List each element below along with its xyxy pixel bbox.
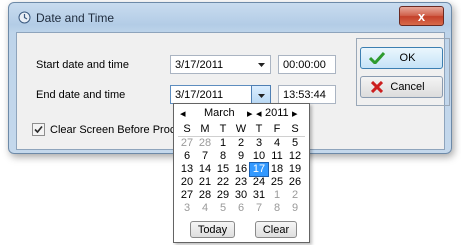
day-grid: 27 28 1 2 3 4 5 6 7 8 9 10 11 12 13 14 15 16 17 18 19 20 21 22 2… xyxy=(178,137,304,215)
calendar-day[interactable]: 9 xyxy=(232,150,250,163)
start-date-value: 3/17/2011 xyxy=(175,59,224,71)
clear-screen-checkbox[interactable] xyxy=(32,123,45,136)
end-label: End date and time xyxy=(36,89,126,101)
calendar-day[interactable]: 27 xyxy=(178,137,196,150)
calendar-day[interactable]: 1 xyxy=(268,189,286,202)
calendar-day[interactable]: 16 xyxy=(232,163,250,176)
calendar-day[interactable]: 6 xyxy=(232,202,250,215)
calendar-day[interactable]: 15 xyxy=(214,163,232,176)
end-time-value: 13:53:44 xyxy=(283,89,326,101)
close-icon: x xyxy=(417,8,426,24)
calendar-day[interactable]: 14 xyxy=(196,163,214,176)
calendar-day[interactable]: 1 xyxy=(214,137,232,150)
weekday-label: S xyxy=(291,123,299,135)
calendar-day[interactable]: 18 xyxy=(268,163,286,176)
calendar-day[interactable]: 8 xyxy=(268,202,286,215)
calendar-day-selected[interactable]: 17 xyxy=(249,162,269,177)
year-label[interactable]: 2011 xyxy=(265,107,289,119)
calendar-day[interactable]: 7 xyxy=(250,202,268,215)
calendar-day[interactable]: 23 xyxy=(232,176,250,189)
calendar-day[interactable]: 25 xyxy=(268,176,286,189)
calendar-day[interactable]: 31 xyxy=(250,189,268,202)
ok-button[interactable]: OK xyxy=(360,47,443,69)
cancel-x-icon xyxy=(367,81,387,93)
calendar-day[interactable]: 19 xyxy=(286,163,304,176)
weekday-label: S xyxy=(183,123,191,135)
prev-year-icon[interactable]: ◂ xyxy=(256,107,262,120)
calendar-day[interactable]: 10 xyxy=(250,150,268,163)
clear-screen-label: Clear Screen Before Proce xyxy=(50,123,182,136)
app-icon xyxy=(18,11,31,24)
calendar-header: ◂ March ▸ ◂ 2011 ▸ xyxy=(174,107,309,121)
calendar-day[interactable]: 4 xyxy=(196,202,214,215)
title-bar[interactable]: Date and Time x xyxy=(9,3,451,29)
checkmark-icon xyxy=(34,125,43,134)
weekday-label: T xyxy=(219,123,227,135)
weekday-header: S M T W T F S xyxy=(178,123,304,135)
calendar-day[interactable]: 13 xyxy=(178,163,196,176)
close-button[interactable]: x xyxy=(399,6,444,26)
ok-label: OK xyxy=(399,52,416,64)
calendar-day[interactable]: 6 xyxy=(178,150,196,163)
calendar-day[interactable]: 9 xyxy=(286,202,304,215)
calendar-day[interactable]: 12 xyxy=(286,150,304,163)
chevron-down-icon[interactable] xyxy=(252,56,270,73)
end-date-combo[interactable]: 3/17/2011 xyxy=(170,85,271,106)
calendar-day[interactable]: 5 xyxy=(286,137,304,150)
calendar-day[interactable]: 8 xyxy=(214,150,232,163)
prev-month-icon[interactable]: ◂ xyxy=(180,107,186,120)
calendar-day[interactable]: 30 xyxy=(232,189,250,202)
calendar-day[interactable]: 27 xyxy=(178,189,196,202)
calendar-day[interactable]: 20 xyxy=(178,176,196,189)
start-time-field[interactable]: 00:00:00 xyxy=(278,55,336,74)
month-label[interactable]: March xyxy=(204,107,235,119)
calendar-day[interactable]: 7 xyxy=(196,150,214,163)
window-title: Date and Time xyxy=(36,11,115,25)
calendar-day[interactable]: 21 xyxy=(196,176,214,189)
calendar-day[interactable]: 3 xyxy=(178,202,196,215)
calendar-day[interactable]: 2 xyxy=(232,137,250,150)
calendar-popup: ◂ March ▸ ◂ 2011 ▸ S M T W T F S 27 28 1 2 3… xyxy=(173,103,310,243)
start-time-value: 00:00:00 xyxy=(283,59,326,71)
calendar-day[interactable]: 4 xyxy=(268,137,286,150)
next-month-icon[interactable]: ▸ xyxy=(247,107,253,120)
cancel-button[interactable]: Cancel xyxy=(360,76,443,98)
next-year-icon[interactable]: ▸ xyxy=(292,107,298,120)
weekday-label: M xyxy=(200,123,210,135)
cancel-label: Cancel xyxy=(390,81,425,93)
weekday-label: F xyxy=(273,123,281,135)
calendar-day[interactable]: 22 xyxy=(214,176,232,189)
calendar-day[interactable]: 26 xyxy=(286,176,304,189)
today-button[interactable]: Today xyxy=(190,221,235,238)
weekday-label: W xyxy=(235,123,247,135)
calendar-day[interactable]: 11 xyxy=(268,150,286,163)
calendar-day[interactable]: 24 xyxy=(250,176,268,189)
weekday-label: T xyxy=(255,123,263,135)
start-label: Start date and time xyxy=(36,59,129,71)
calendar-day[interactable]: 5 xyxy=(214,202,232,215)
check-icon xyxy=(367,52,387,64)
calendar-day[interactable]: 28 xyxy=(196,137,214,150)
calendar-day[interactable]: 28 xyxy=(196,189,214,202)
calendar-day[interactable]: 3 xyxy=(250,137,268,150)
end-date-value: 3/17/2011 xyxy=(175,89,224,101)
end-time-field[interactable]: 13:53:44 xyxy=(278,85,336,104)
calendar-day[interactable]: 2 xyxy=(286,189,304,202)
start-date-combo[interactable]: 3/17/2011 xyxy=(170,55,271,74)
calendar-clear-button[interactable]: Clear xyxy=(255,221,297,238)
clear-screen-option[interactable]: Clear Screen Before Proce xyxy=(32,123,181,136)
calendar-day[interactable]: 29 xyxy=(214,189,232,202)
